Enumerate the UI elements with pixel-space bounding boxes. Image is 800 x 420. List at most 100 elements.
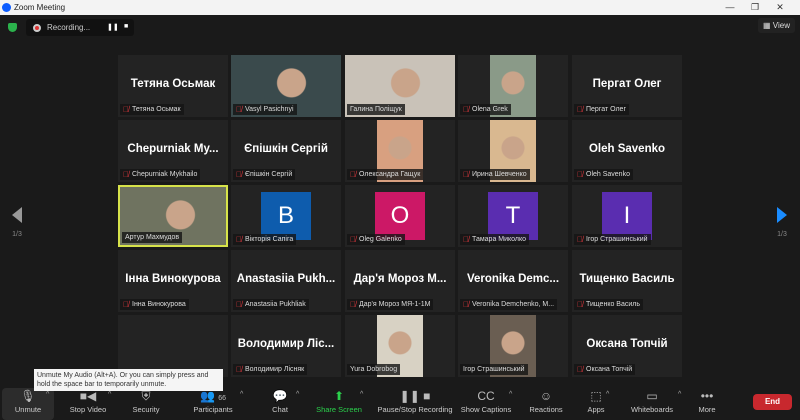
- participant-tile[interactable]: O 🎙̸ Oleg Galenko: [345, 185, 455, 247]
- muted-mic-icon: 🎙̸: [236, 235, 242, 244]
- recording-label: Recording...: [47, 23, 91, 32]
- stop-video-options-caret[interactable]: ^: [108, 391, 111, 398]
- whiteboards-button[interactable]: ▭ Whiteboards: [618, 388, 686, 420]
- whiteboards-options-caret[interactable]: ^: [678, 391, 681, 398]
- share-screen-options-caret[interactable]: ^: [360, 391, 363, 398]
- participant-name-label: Галина Поліщук: [347, 104, 405, 115]
- view-button[interactable]: ▦ View: [758, 18, 795, 33]
- show-captions-button[interactable]: CC Show Captions: [455, 388, 517, 420]
- participant-tile[interactable]: Оксана Топчій 🎙̸ Оксана Топчій: [572, 315, 682, 377]
- participant-avatar: I: [602, 192, 652, 240]
- encryption-shield-icon[interactable]: [8, 23, 17, 32]
- participant-tile[interactable]: Тетяна Осьмак 🎙̸ Тетяна Осьмак: [118, 55, 228, 117]
- participant-name-label: Артур Махмудов: [122, 232, 183, 243]
- participant-name: Вікторія Сапіга: [245, 236, 294, 243]
- more-button[interactable]: ••• More: [688, 388, 726, 420]
- unmute-options-caret[interactable]: ^: [46, 391, 49, 398]
- participant-tile[interactable]: Veronika Demc... 🎙̸ Veronika Demchenko, M.…: [458, 250, 568, 312]
- participant-name: Chepurniak Mykhailo: [132, 171, 198, 178]
- participant-tile[interactable]: [118, 315, 228, 377]
- show-captions-options-caret[interactable]: ^: [509, 391, 512, 398]
- participant-tile[interactable]: Пергат Олег 🎙̸ Пергат Олег: [572, 55, 682, 117]
- unmute-label: Unmute: [14, 405, 42, 414]
- participant-name: Галина Поліщук: [350, 106, 402, 113]
- participant-tile[interactable]: I 🎙̸ Ігор Страшинський: [572, 185, 682, 247]
- participant-tile[interactable]: Єпішкін Сергій 🎙̸ Єпішкін Сергій: [231, 120, 341, 182]
- reactions-button[interactable]: ☺ Reactions: [520, 388, 572, 420]
- participant-tile[interactable]: Anastasiia Pukh... 🎙̸ Anastasiia Pukhliak: [231, 250, 341, 312]
- participant-tile[interactable]: Ігор Страшинський: [458, 315, 568, 377]
- participant-name: Oleh Savenko: [586, 171, 630, 178]
- participant-tile[interactable]: B 🎙̸ Вікторія Сапіга: [231, 185, 341, 247]
- stop-video-label: Stop Video: [69, 405, 107, 414]
- participant-tile[interactable]: 🎙̸ Ирина Шевченко: [458, 120, 568, 182]
- whiteboards-label: Whiteboards: [630, 405, 674, 414]
- close-button[interactable]: ✕: [770, 0, 790, 15]
- pause-recording-button[interactable]: ❚❚: [107, 23, 119, 31]
- pause-stop-recording-button[interactable]: ❚❚ ■ Pause/Stop Recording: [370, 388, 460, 420]
- muted-mic-icon: 🎙̸: [577, 235, 583, 244]
- participant-tile[interactable]: Галина Поліщук: [345, 55, 455, 117]
- stop-video-glyph: ■◀: [79, 389, 97, 403]
- next-page-button[interactable]: 1/3: [772, 207, 792, 238]
- participant-name-label: 🎙̸ Пергат Олег: [574, 104, 630, 115]
- page-indicator: 1/3: [12, 231, 22, 238]
- participant-name-label: 🎙̸ Olena Grek: [460, 104, 511, 115]
- participant-count: 66: [218, 395, 227, 402]
- participant-tile[interactable]: Артур Махмудов: [118, 185, 228, 247]
- participant-tile[interactable]: Дар'я Мороз М... 🎙̸ Дар'я Мороз МЯ-1-1М: [345, 250, 455, 312]
- participant-name: Ігор Страшинський: [463, 366, 525, 373]
- participant-name: Veronika Demchenko, M...: [472, 301, 555, 308]
- minimize-button[interactable]: —: [720, 0, 740, 15]
- pause-stop-recording-icon: ❚❚ ■: [370, 388, 460, 405]
- participant-name: Oleg Galenko: [359, 236, 402, 243]
- maximize-button[interactable]: ❐: [745, 0, 765, 15]
- participant-tile[interactable]: Володимир Ліс... 🎙̸ Володимир Лісняк: [231, 315, 341, 377]
- participant-tile[interactable]: Тищенко Василь 🎙̸ Тищенко Василь: [572, 250, 682, 312]
- apps-options-caret[interactable]: ^: [606, 391, 609, 398]
- participant-name: Vasyl Pasichnyi: [245, 106, 294, 113]
- participant-name: Пергат Олег: [586, 106, 627, 113]
- muted-mic-icon: 🎙̸: [123, 105, 129, 114]
- participant-display-name: Єпішкін Сергій: [244, 143, 328, 155]
- participant-tile[interactable]: Oleh Savenko 🎙̸ Oleh Savenko: [572, 120, 682, 182]
- muted-mic-icon: 🎙̸: [350, 300, 356, 309]
- participants-options-caret[interactable]: ^: [240, 391, 243, 398]
- previous-page-button[interactable]: 1/3: [7, 207, 27, 238]
- muted-mic-icon: 🎙̸: [236, 105, 242, 114]
- muted-mic-icon: 🎙̸: [236, 300, 242, 309]
- participant-name-label: Ігор Страшинський: [460, 364, 528, 375]
- window-title: Zoom Meeting: [14, 3, 66, 12]
- participant-avatar: O: [375, 192, 425, 240]
- stop-recording-button[interactable]: ■: [124, 23, 128, 30]
- chat-options-caret[interactable]: ^: [296, 391, 299, 398]
- grid-icon: ▦: [763, 21, 771, 30]
- participant-name-label: 🎙̸ Оксана Топчій: [574, 364, 636, 375]
- participant-display-name: Тищенко Василь: [579, 273, 675, 285]
- show-captions-glyph: CC: [477, 389, 495, 403]
- participants-button[interactable]: 👥 66 Participants: [178, 388, 248, 420]
- participant-tile[interactable]: Yura Dobrobog: [345, 315, 455, 377]
- record-icon: [33, 23, 41, 32]
- participant-tile[interactable]: 🎙̸ Olena Grek: [458, 55, 568, 117]
- participant-name: Олександра Гащук: [359, 171, 421, 178]
- muted-mic-icon: 🎙̸: [577, 105, 583, 114]
- chat-label: Chat: [272, 405, 288, 414]
- participant-name-label: 🎙̸ Oleh Savenko: [574, 169, 633, 180]
- participant-display-name: Oleh Savenko: [588, 143, 666, 155]
- participant-display-name: Chepurniak My...: [127, 143, 219, 155]
- view-label: View: [772, 21, 790, 30]
- participant-tile[interactable]: Інна Винокурова 🎙̸ Інна Винокурова: [118, 250, 228, 312]
- participant-name-label: Yura Dobrobog: [347, 364, 401, 375]
- participant-tile[interactable]: 🎙̸ Vasyl Pasichnyi: [231, 55, 341, 117]
- unmute-glyph: 🎙: [20, 389, 36, 403]
- participant-name: Єпішкін Сергій: [245, 171, 293, 178]
- security-button[interactable]: ⛨ Security: [120, 388, 172, 420]
- muted-mic-icon: 🎙̸: [350, 235, 356, 244]
- end-button[interactable]: End: [753, 394, 792, 410]
- participant-tile[interactable]: Chepurniak My... 🎙̸ Chepurniak Mykhailo: [118, 120, 228, 182]
- participant-name-label: 🎙̸ Vasyl Pasichnyi: [233, 104, 297, 115]
- participant-tile[interactable]: T 🎙̸ Тамара Миколко: [458, 185, 568, 247]
- participant-display-name: Тетяна Осьмак: [130, 78, 216, 90]
- participant-tile[interactable]: 🎙̸ Олександра Гащук: [345, 120, 455, 182]
